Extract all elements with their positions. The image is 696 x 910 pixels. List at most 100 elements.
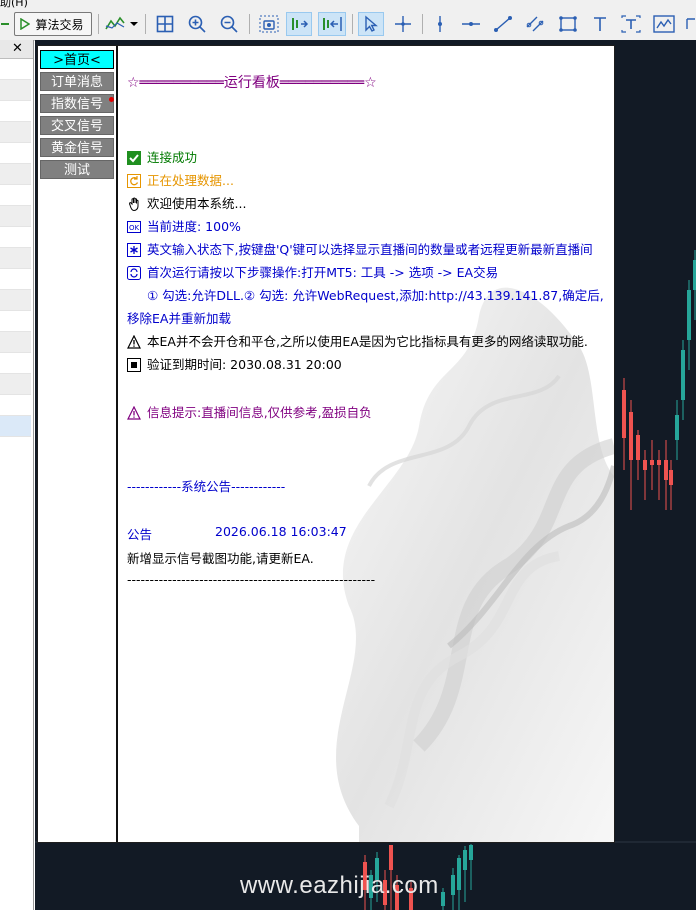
- navigator-row[interactable]: [0, 374, 31, 395]
- asterisk-icon: [127, 243, 141, 257]
- notification-dot: [109, 97, 114, 102]
- stop-square-icon: [127, 358, 141, 372]
- grid-button[interactable]: [152, 12, 178, 36]
- vertical-line-button[interactable]: [428, 12, 452, 36]
- indicator-icon: [105, 16, 138, 30]
- chart-window-button[interactable]: [650, 12, 678, 36]
- channel-icon: [526, 16, 544, 32]
- window-title-strip: 助(H): [0, 0, 696, 8]
- navigator-row[interactable]: [0, 227, 31, 248]
- expiry-text: 验证到期时间: 2030.08.31 20:00: [147, 357, 342, 372]
- indicators-dropdown[interactable]: [104, 12, 140, 36]
- algo-trading-button[interactable]: 算法交易: [14, 12, 92, 36]
- navigator-header: ✕: [0, 40, 33, 59]
- screenshot-button[interactable]: [256, 12, 282, 36]
- watermark: www.eazhijia.com: [240, 872, 439, 899]
- text-button[interactable]: [588, 12, 612, 36]
- navigator-row[interactable]: [0, 353, 31, 374]
- risk-text: 信息提示:直播间信息,仅供参考,盈损自负: [147, 405, 372, 420]
- navigator-row[interactable]: [0, 59, 31, 80]
- navigator-row[interactable]: [0, 101, 31, 122]
- rectangle-icon: [559, 16, 577, 32]
- candle: [622, 378, 626, 470]
- navigator-row[interactable]: [0, 143, 31, 164]
- horizontal-line-button[interactable]: [458, 12, 484, 36]
- zoom-out-icon: [220, 15, 238, 33]
- risk-line: 信息提示:直播间信息,仅供参考,盈损自负: [127, 402, 372, 421]
- menu-home-label: >首页<: [53, 53, 101, 68]
- zoom-in-button[interactable]: [184, 12, 210, 36]
- navigator-row[interactable]: [0, 185, 31, 206]
- algo-trading-label: 算法交易: [35, 17, 84, 32]
- trend-line-icon: [494, 16, 512, 32]
- progress-icon: OK: [127, 221, 141, 233]
- cursor-icon: [365, 15, 378, 32]
- more-tools-icon[interactable]: [684, 12, 696, 36]
- window-title-fragment: 助(H): [0, 0, 28, 8]
- menu-order-messages[interactable]: 订单消息: [40, 72, 114, 91]
- checkbox-checked-icon: [127, 151, 141, 165]
- menu-index-signal-label: 指数信号: [50, 97, 103, 112]
- welcome-line: 欢迎使用本系统...: [127, 193, 246, 212]
- navigator-row[interactable]: [0, 290, 31, 311]
- status-connected-text: 连接成功: [147, 150, 198, 165]
- candle: [650, 440, 654, 490]
- announcement-text: 新增显示信号截图功能,请更新EA.: [127, 551, 314, 566]
- navigator-row[interactable]: [0, 332, 31, 353]
- crosshair-button[interactable]: [390, 12, 416, 36]
- vertical-line-icon: [438, 16, 442, 32]
- text-icon: [594, 17, 606, 31]
- dashboard-divider: [116, 46, 118, 842]
- menu-test[interactable]: 测试: [40, 160, 114, 179]
- cycle-icon: [127, 266, 141, 280]
- menu-home[interactable]: >首页<: [40, 50, 114, 69]
- disclaimer-text: 本EA并不会开仓和平仓,之所以使用EA是因为它比指标具有更多的网络读取功能.: [147, 334, 588, 349]
- announcement-date: 2026.06.18 16:03:47: [215, 524, 347, 539]
- navigator-row[interactable]: [0, 416, 31, 437]
- candle: [441, 888, 445, 910]
- candle: [681, 340, 685, 420]
- navigator-row[interactable]: [0, 206, 31, 227]
- menu-index-signal[interactable]: 指数信号: [40, 94, 114, 113]
- zoom-out-button[interactable]: [216, 12, 242, 36]
- warning-icon: [127, 335, 141, 349]
- text-label-button[interactable]: [618, 12, 644, 36]
- navigator-row[interactable]: [0, 80, 31, 101]
- cursor-button[interactable]: [358, 12, 384, 36]
- close-icon[interactable]: ✕: [12, 41, 23, 56]
- text-label-icon: [621, 15, 641, 33]
- navigator-row[interactable]: [0, 311, 31, 332]
- navigator-row[interactable]: [0, 248, 31, 269]
- expiry-line: 验证到期时间: 2030.08.31 20:00: [127, 354, 342, 373]
- navigator-row[interactable]: [0, 164, 31, 185]
- navigator-row[interactable]: [0, 395, 31, 416]
- chart-shift-button[interactable]: [318, 12, 346, 36]
- progress-line: OK 当前进度: 100%: [127, 216, 241, 235]
- navigator-row[interactable]: [0, 122, 31, 143]
- auto-scroll-button[interactable]: [286, 12, 312, 36]
- navigator-row[interactable]: [0, 269, 31, 290]
- announcement-divider: ----------------------------------------…: [127, 572, 376, 587]
- crosshair-icon: [395, 16, 411, 32]
- candle: [675, 400, 679, 460]
- menu-test-label: 测试: [63, 163, 90, 178]
- menu-cross-signal-label: 交叉信号: [50, 119, 103, 134]
- first-run-line: 首次运行请按以下步骤操作:打开MT5: 工具 -> 选项 -> EA交易: [127, 262, 498, 281]
- trend-line-button[interactable]: [490, 12, 516, 36]
- rectangle-button[interactable]: [554, 12, 582, 36]
- menu-gold-signal[interactable]: 黄金信号: [40, 138, 114, 157]
- candle: [463, 846, 467, 902]
- menu-cross-signal[interactable]: 交叉信号: [40, 116, 114, 135]
- candle: [643, 450, 647, 500]
- channel-button[interactable]: [522, 12, 548, 36]
- toolbar-edge-icon[interactable]: [0, 12, 10, 36]
- candle: [629, 400, 633, 510]
- dashboard-content: ☆══════════运行看板══════════☆ 连接成功 正在处理数据..…: [119, 46, 614, 842]
- steps-line: ① 勾选:允许DLL.② 勾选: 允许WebRequest,添加:http://…: [147, 288, 604, 303]
- warning-icon: [127, 406, 141, 420]
- status-connected: 连接成功: [127, 147, 197, 166]
- welcome-text: 欢迎使用本系统...: [147, 196, 247, 211]
- keyboard-hint-text: 英文输入状态下,按键盘'Q'键可以选择显示直播间的数量或者远程更新最新直播间: [147, 242, 593, 257]
- chart-shift-icon: [323, 17, 342, 31]
- ea-dashboard-panel: >首页< 订单消息 指数信号 交叉信号 黄金信号 测试 ☆══════════运…: [37, 45, 615, 843]
